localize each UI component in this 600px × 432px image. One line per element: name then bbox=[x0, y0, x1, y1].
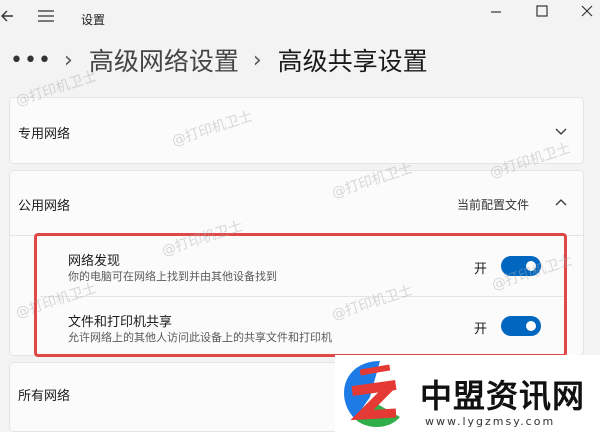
toggle-knob bbox=[526, 261, 536, 271]
site-logo-overlay: 中盟资讯网 www.lygzmsy.com bbox=[335, 355, 600, 432]
chevron-down-icon[interactable] bbox=[554, 127, 568, 137]
page-title: 高级共享设置 bbox=[277, 47, 428, 76]
title-bar: 设置 bbox=[0, 0, 600, 36]
breadcrumb-separator: › bbox=[64, 47, 73, 73]
logo-icon bbox=[344, 361, 400, 427]
private-network-label: 专用网络 bbox=[18, 127, 71, 142]
breadcrumb: ••• › 高级网络设置 › 高级共享设置 bbox=[10, 40, 428, 80]
file-printer-sharing-state: 开 bbox=[474, 322, 488, 337]
current-profile-status: 当前配置文件 bbox=[457, 198, 530, 212]
logo-name: 中盟资讯网 bbox=[420, 377, 586, 415]
public-network-label: 公用网络 bbox=[18, 199, 71, 214]
chevron-up-icon[interactable] bbox=[554, 197, 568, 207]
network-discovery-toggle[interactable] bbox=[501, 256, 541, 276]
all-networks-label: 所有网络 bbox=[18, 389, 71, 404]
minimize-icon[interactable] bbox=[489, 4, 503, 18]
network-discovery-state: 开 bbox=[474, 262, 488, 277]
network-discovery-title: 网络发现 bbox=[68, 254, 121, 269]
back-arrow-icon[interactable] bbox=[0, 6, 18, 26]
toggle-knob bbox=[526, 321, 536, 331]
file-printer-sharing-description: 允许网络上的其他人访问此设备上的共享文件和打印机 bbox=[68, 331, 332, 344]
file-printer-sharing-title: 文件和打印机共享 bbox=[68, 315, 173, 330]
section-divider bbox=[9, 235, 584, 236]
file-printer-sharing-toggle[interactable] bbox=[501, 316, 541, 336]
private-network-section[interactable] bbox=[9, 97, 584, 164]
breadcrumb-separator: › bbox=[252, 47, 262, 73]
window-title: 设置 bbox=[81, 13, 106, 27]
hamburger-menu-icon[interactable] bbox=[38, 10, 54, 22]
setting-divider bbox=[40, 296, 565, 297]
breadcrumb-more-button[interactable]: ••• bbox=[10, 48, 51, 73]
logo-url: www.lygzmsy.com bbox=[425, 415, 556, 428]
close-icon[interactable] bbox=[580, 4, 594, 18]
network-discovery-description: 你的电脑可在网络上找到并由其他设备找到 bbox=[68, 270, 277, 283]
maximize-icon[interactable] bbox=[535, 4, 549, 18]
breadcrumb-parent-link[interactable]: 高级网络设置 bbox=[89, 42, 239, 78]
